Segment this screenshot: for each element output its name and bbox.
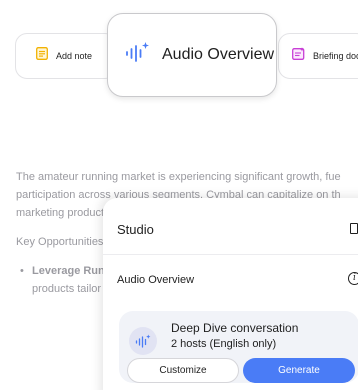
expand-panel-icon[interactable] [350,223,358,234]
briefing-doc-button[interactable]: Briefing doc [278,33,358,79]
audio-overview-label: Audio Overview [162,46,275,63]
customize-button[interactable]: Customize [127,358,239,383]
add-note-button[interactable]: Add note [15,33,117,79]
note-icon [36,47,48,65]
add-note-label: Add note [56,51,93,61]
card-subtitle: 2 hosts (English only) [171,338,277,350]
studio-panel: Studio Audio Overview i Deep Dive conver… [103,198,358,390]
audio-overview-button[interactable]: Audio Overview [107,13,277,97]
bullet-dot: • [20,265,24,277]
doc-line: The amateur running market is experienci… [16,171,341,183]
deep-dive-card: Deep Dive conversation 2 hosts (English … [119,311,358,383]
audio-overview-section-label: Audio Overview [117,274,195,286]
card-title: Deep Dive conversation [171,321,299,335]
info-icon[interactable]: i [348,272,358,285]
studio-title: Studio [117,222,154,237]
generate-button[interactable]: Generate [243,358,355,383]
stage: Add note Briefing doc Audio Overview The… [0,0,358,390]
divider [103,254,358,255]
briefing-doc-icon [292,47,305,65]
doc-bullet-bold: Leverage Run [32,265,105,277]
audio-wave-icon [129,327,157,355]
briefing-doc-label: Briefing doc [313,51,358,61]
audio-wave-icon [125,41,151,70]
